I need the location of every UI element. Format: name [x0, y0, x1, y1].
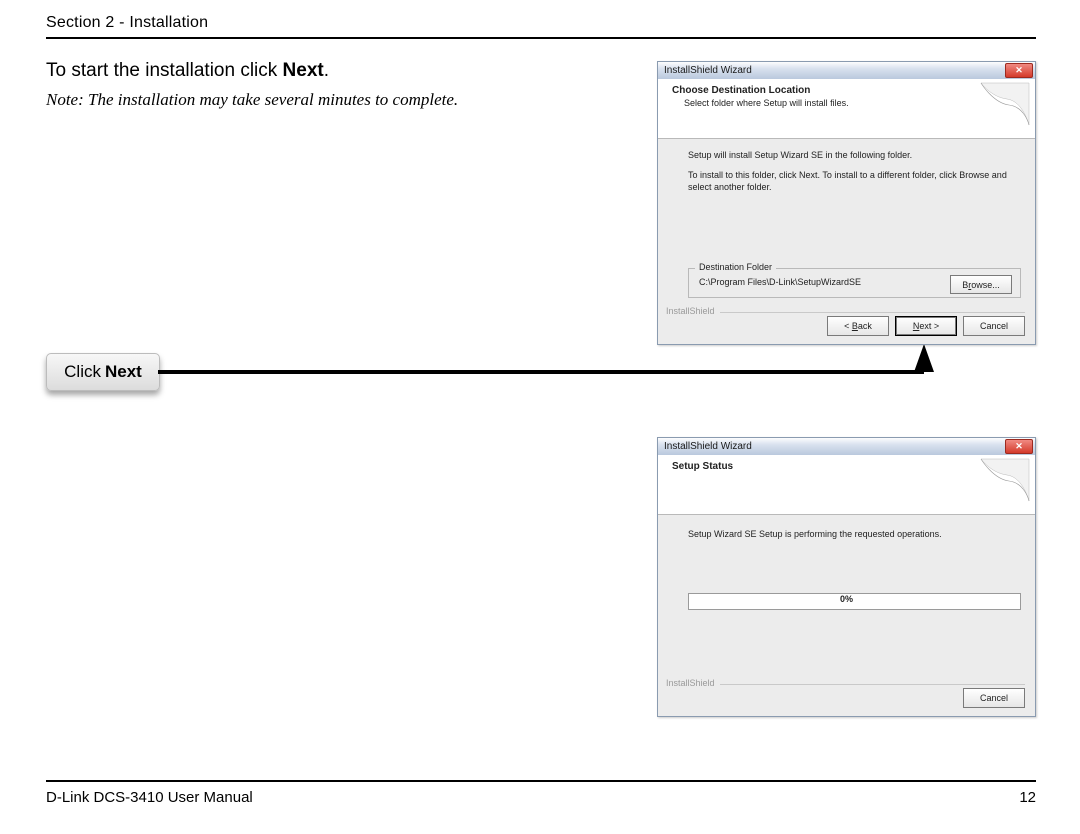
next-button[interactable]: Next >: [895, 316, 957, 336]
header-rule: [46, 37, 1036, 39]
intro-suffix: .: [324, 60, 329, 81]
installshield-label: InstallShield: [666, 306, 715, 316]
intro-text: To start the installation click Next.: [46, 60, 329, 82]
page-curl-icon: [979, 457, 1031, 503]
callout-prefix: Click: [64, 362, 101, 382]
installshield-label: InstallShield: [666, 678, 715, 688]
dialog-body: Setup will install Setup Wizard SE in th…: [658, 139, 1035, 304]
next-label: Next >: [913, 321, 939, 331]
note-text: Note: The installation may take several …: [46, 90, 458, 110]
browse-button[interactable]: Browse...: [950, 275, 1012, 294]
button-row: < Back Next > Cancel: [827, 316, 1025, 336]
button-row: Cancel: [963, 688, 1025, 708]
callout-box: Click Next: [46, 353, 160, 391]
section-header: Section 2 - Installation: [46, 14, 208, 32]
cancel-button[interactable]: Cancel: [963, 688, 1025, 708]
banner-title: Choose Destination Location: [672, 85, 1025, 96]
browse-label: Browse...: [962, 280, 1000, 290]
banner: Setup Status: [658, 455, 1035, 515]
body-text-2: To install to this folder, click Next. T…: [688, 169, 1019, 193]
footer-rule: [46, 780, 1036, 782]
banner: Choose Destination Location Select folde…: [658, 79, 1035, 139]
cancel-button[interactable]: Cancel: [963, 316, 1025, 336]
progress-percent: 0%: [658, 594, 1035, 604]
close-icon: ✕: [1015, 66, 1023, 75]
intro-prefix: To start the installation click: [46, 60, 283, 81]
titlebar[interactable]: InstallShield Wizard ✕: [658, 438, 1035, 455]
window-title: InstallShield Wizard: [664, 441, 752, 452]
body-text-1: Setup will install Setup Wizard SE in th…: [688, 149, 1019, 161]
back-label: < Back: [844, 321, 872, 331]
footer-left: D-Link DCS-3410 User Manual: [46, 789, 253, 806]
body-text-1: Setup Wizard SE Setup is performing the …: [688, 529, 1019, 539]
destination-folder-group: Destination Folder C:\Program Files\D-Li…: [688, 268, 1021, 298]
banner-title: Setup Status: [672, 461, 1025, 472]
dialog-footer: InstallShield Cancel: [658, 676, 1035, 716]
destination-legend: Destination Folder: [695, 262, 776, 272]
callout-connector: [158, 370, 924, 374]
close-button[interactable]: ✕: [1005, 63, 1033, 78]
install-wizard-dialog-2: InstallShield Wizard ✕ Setup Status Setu…: [657, 437, 1036, 717]
titlebar[interactable]: InstallShield Wizard ✕: [658, 62, 1035, 79]
dialog-footer: InstallShield < Back Next > Cancel: [658, 304, 1035, 344]
callout-bold: Next: [105, 362, 142, 382]
page-number: 12: [1019, 789, 1036, 806]
footer-rule: [720, 684, 1025, 685]
manual-page: Section 2 - Installation To start the in…: [0, 0, 1080, 834]
dialog-body: Setup Wizard SE Setup is performing the …: [658, 515, 1035, 684]
footer-rule: [720, 312, 1025, 313]
close-icon: ✕: [1015, 442, 1023, 451]
callout-arrow-icon: [914, 344, 934, 372]
install-wizard-dialog-1: InstallShield Wizard ✕ Choose Destinatio…: [657, 61, 1036, 345]
window-title: InstallShield Wizard: [664, 65, 752, 76]
close-button[interactable]: ✕: [1005, 439, 1033, 454]
back-button[interactable]: < Back: [827, 316, 889, 336]
intro-bold: Next: [283, 60, 324, 81]
page-curl-icon: [979, 81, 1031, 127]
banner-subtitle: Select folder where Setup will install f…: [684, 98, 1025, 108]
